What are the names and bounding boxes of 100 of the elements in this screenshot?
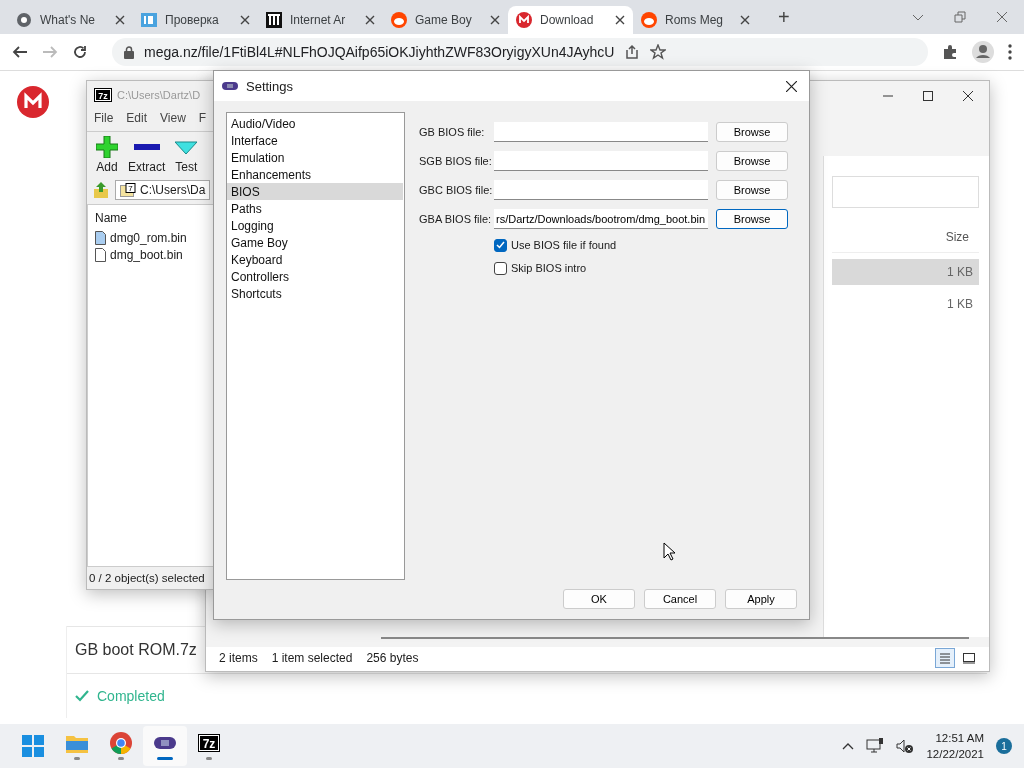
close-icon[interactable] [963,91,973,101]
back-arrow-icon[interactable] [12,44,28,60]
mouse-pointer-icon [663,542,676,561]
preview-view-icon [962,651,976,665]
menu-item[interactable]: File [94,111,114,125]
category-item[interactable]: Emulation [227,149,403,166]
file-icon [95,231,106,245]
browser-tab[interactable]: Game Boy [383,6,508,34]
selection-count: 1 item selected [271,651,353,665]
building-icon [266,12,282,28]
toolbar-button[interactable]: Add [96,136,118,174]
file-icon [95,248,106,262]
category-item[interactable]: Shortcuts [227,285,403,302]
share-icon[interactable] [624,44,641,60]
column-header[interactable]: Name [95,211,206,225]
dialog-button[interactable]: Apply [725,589,797,609]
minus-icon [133,144,160,150]
category-item[interactable]: Enhancements [227,166,403,183]
category-item[interactable]: Controllers [227,268,403,285]
file-size: 1 KB [947,265,973,279]
browser-logo-icon [110,732,132,754]
browser-tab[interactable]: Проверка [133,6,258,34]
search-field[interactable] [832,176,979,208]
toolbar-button[interactable]: Extract [128,136,166,174]
field-label: GB BIOS file: [419,126,486,138]
category-list[interactable]: Audio/Video Interface Emulation Enhancements BIOS Paths Logging Game Boy Keyboard Controllers Shortcuts [226,112,405,580]
archive-icon: 7 [120,183,136,197]
file-row[interactable]: dmg0_rom.bin [95,231,206,245]
close-icon[interactable] [365,15,375,25]
reload-icon[interactable] [72,44,88,60]
category-item[interactable]: Audio/Video [227,115,403,132]
browser-tab[interactable]: Download [508,6,633,34]
category-item[interactable]: Keyboard [227,251,403,268]
path-field[interactable]: 7 C:\Users\Da [115,180,211,200]
file-path-field[interactable] [494,122,708,142]
category-item[interactable]: Game Boy [227,234,403,251]
browse-button[interactable]: Browse [716,180,788,200]
menu-item[interactable]: Edit [126,111,148,125]
file-path-field[interactable] [494,180,708,200]
m-logo-icon[interactable] [17,86,49,118]
window-title: Settings [246,78,293,94]
browser-tab[interactable]: Roms Meg [633,6,758,34]
menu-item[interactable]: F [198,111,207,125]
menu-icon[interactable] [1008,44,1012,60]
checkbox[interactable] [494,238,507,252]
taskbar-app[interactable]: 7z [187,726,231,766]
close-icon[interactable] [740,15,750,25]
address-bar[interactable]: mega.nz/file/1FtiBl4L#NLFhOJQAifp65iOKJiyhthZWF83OryigyXUn4JAyhcU [112,38,928,66]
restore-icon[interactable] [954,11,966,23]
column-header[interactable]: Size [832,222,979,253]
close-icon [786,80,797,92]
chevron-up-icon[interactable] [842,742,855,750]
7z-logo-icon: 7z [198,732,220,754]
notification-badge[interactable]: 1 [996,738,1012,754]
status-text: Completed [97,688,165,704]
new-tab-button[interactable]: + [772,4,796,30]
selection-size: 256 bytes [366,651,419,665]
up-folder-icon[interactable] [93,181,109,199]
close-icon[interactable] [115,15,125,25]
menu-item[interactable]: View [160,111,186,125]
plus-icon [96,136,118,158]
browse-button[interactable]: Browse [716,122,788,142]
scrollbar[interactable] [381,637,969,639]
category-item[interactable]: BIOS [227,183,403,200]
profile-icon[interactable] [972,41,994,63]
network-icon[interactable] [866,738,885,754]
url-text: mega.nz/file/1FtiBl4L#NLFhOJQAifp65iOKJiyhthZWF83OryigyXUn4JAyhcU [144,44,615,60]
browser-tab[interactable]: What's Ne [8,6,133,34]
toolbar-button[interactable]: Test [175,136,198,174]
clock[interactable]: 12:51 AM 12/22/2021 [926,730,984,762]
7z-logo-icon: 7z [94,88,112,102]
file-row[interactable]: dmg_boot.bin [95,248,206,262]
star-icon[interactable] [650,44,667,60]
category-item[interactable]: Paths [227,200,403,217]
category-item[interactable]: Interface [227,132,403,149]
file-row[interactable]: 1 KB [832,259,979,285]
close-icon[interactable] [240,15,250,25]
file-row[interactable]: 1 KB [832,291,979,317]
dialog-button[interactable]: OK [563,589,635,609]
m-logo-icon [516,12,532,28]
taskbar-app[interactable] [143,726,187,766]
browser-logo-icon [16,12,32,28]
category-item[interactable]: Logging [227,217,403,234]
file-path-field[interactable]: rs/Dartz/Downloads/bootrom/dmg_boot.bin [494,209,708,229]
puzzle-icon[interactable] [942,44,958,60]
volume-muted-icon[interactable] [896,738,915,754]
browse-button[interactable]: Browse [716,151,788,171]
close-icon[interactable] [615,15,625,25]
browser-tab[interactable]: Internet Ar [258,6,383,34]
field-label: GBA BIOS file: [419,213,493,225]
field-label: GBC BIOS file: [419,184,494,196]
checkbox[interactable] [494,261,507,275]
file-path-field[interactable] [494,151,708,171]
dialog-button[interactable]: Cancel [644,589,716,609]
maximize-icon[interactable] [923,91,933,101]
browse-button[interactable]: Browse [716,209,788,229]
lock-icon[interactable] [124,45,134,59]
close-icon[interactable] [490,15,500,25]
file-size: 1 KB [947,297,973,311]
checkmark-icon [75,690,89,702]
